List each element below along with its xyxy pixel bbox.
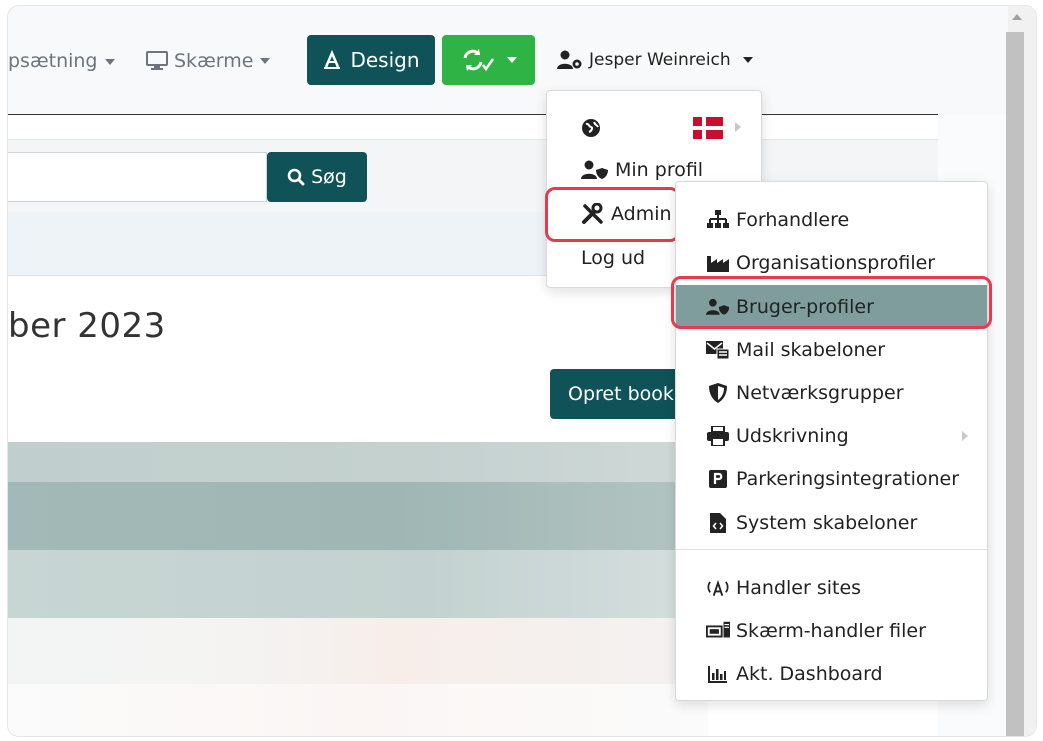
globe-icon (582, 119, 600, 137)
calendar-row (8, 550, 708, 618)
admin-highlight (545, 187, 680, 242)
admin-item-netvaerksgrupper[interactable]: Netværksgrupper (676, 371, 987, 414)
page-title: ber 2023 (8, 306, 166, 346)
admin-item-system-skabeloner[interactable]: System skabeloner (676, 501, 987, 544)
broadcast-icon (706, 576, 730, 600)
calendar-header-row (8, 442, 708, 482)
search-icon (287, 168, 305, 186)
design-icon (324, 50, 341, 69)
admin-item-skaerm-handler-filer[interactable]: Skærm-handler filer (676, 609, 987, 652)
navbar-divider (8, 114, 938, 115)
sitemap-icon (706, 208, 730, 232)
admin-item-akt-dashboard[interactable]: Akt. Dashboard (676, 652, 987, 695)
bruger-profiler-highlight (671, 276, 992, 329)
chevron-down-icon (104, 58, 115, 65)
admin-item-mail-skabeloner[interactable]: Mail skabeloner (676, 328, 987, 371)
user-shield-icon (581, 160, 608, 179)
menu-divider (676, 549, 987, 550)
chart-icon (706, 662, 730, 686)
sync-check-icon (463, 49, 494, 72)
nav-opsaetning[interactable]: psætning (8, 50, 115, 72)
calendar-row (8, 618, 708, 684)
search-input[interactable] (8, 152, 267, 202)
admin-item-parkeringsintegrationer[interactable]: Parkeringsintegrationer (676, 457, 987, 500)
parking-icon (706, 467, 730, 491)
admin-item-udskrivning[interactable]: Udskrivning (676, 414, 987, 457)
scrollbar-thumb[interactable] (1006, 32, 1024, 736)
browser-frame: psætning Skærme Design Jesper Weinreich … (7, 5, 1037, 737)
admin-item-forhandlere[interactable]: Forhandlere (676, 198, 987, 241)
printer-icon (706, 424, 730, 448)
scroll-up-arrow[interactable] (1012, 14, 1022, 20)
nav-skaerme[interactable]: Skærme (145, 50, 271, 72)
user-menu-toggle[interactable]: Jesper Weinreich (557, 50, 753, 70)
screen-files-icon (706, 619, 730, 643)
design-button[interactable]: Design (307, 35, 435, 85)
admin-submenu: Forhandlere Organisationsprofiler Bruger… (675, 181, 988, 701)
file-code-icon (706, 511, 730, 535)
danish-flag-icon (693, 117, 723, 139)
user-cog-icon (557, 50, 582, 69)
submenu-arrow-icon (735, 122, 741, 132)
calendar-row (8, 482, 708, 550)
shield-icon (706, 381, 730, 405)
sync-dropdown-button[interactable] (442, 35, 535, 85)
monitor-icon (146, 51, 168, 70)
language-item[interactable] (547, 107, 761, 149)
chevron-down-icon (506, 57, 517, 63)
industry-icon (706, 251, 730, 275)
mail-template-icon (706, 338, 730, 362)
submenu-arrow-icon (962, 431, 968, 441)
chevron-down-icon (742, 57, 753, 63)
calendar-row (8, 684, 708, 736)
chevron-down-icon (260, 58, 271, 64)
admin-item-handler-sites[interactable]: Handler sites (676, 566, 987, 609)
create-booking-button[interactable]: Opret book (550, 369, 690, 419)
top-navbar: psætning Skærme Design Jesper Weinreich (8, 6, 1008, 114)
search-button[interactable]: Søg (267, 152, 367, 202)
